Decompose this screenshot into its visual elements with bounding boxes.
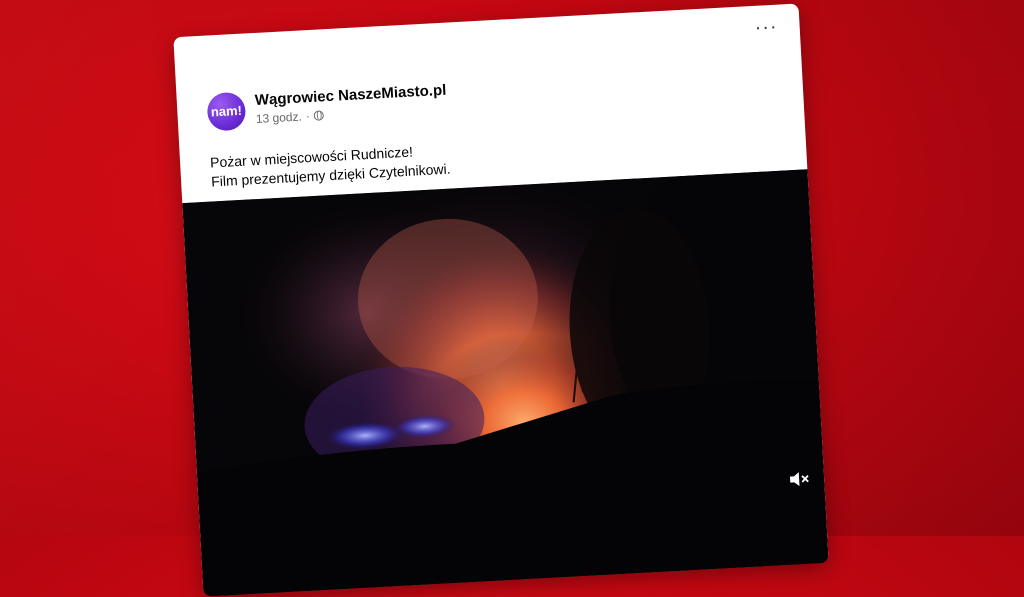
more-options-icon[interactable]: ··· <box>754 16 778 39</box>
post-text: Pożar w miejscowości Rudnicze! Film prez… <box>210 141 451 192</box>
page-avatar[interactable]: nam! <box>206 91 247 132</box>
separator-dot: · <box>305 109 311 124</box>
globe-icon <box>313 110 325 121</box>
post-header: nam! Wągrowiec NaszeMiasto.pl 13 godz. · <box>206 81 447 132</box>
avatar-logo-text: nam! <box>210 102 243 120</box>
post-meta: Wągrowiec NaszeMiasto.pl 13 godz. · <box>254 81 447 126</box>
video-player[interactable] <box>182 169 829 597</box>
speaker-muted-icon[interactable] <box>788 470 811 489</box>
fire-video-frame <box>182 169 829 597</box>
post-timestamp[interactable]: 13 godz. <box>255 110 302 126</box>
facebook-post-card: ··· nam! Wągrowiec NaszeMiasto.pl 13 god… <box>173 3 829 597</box>
